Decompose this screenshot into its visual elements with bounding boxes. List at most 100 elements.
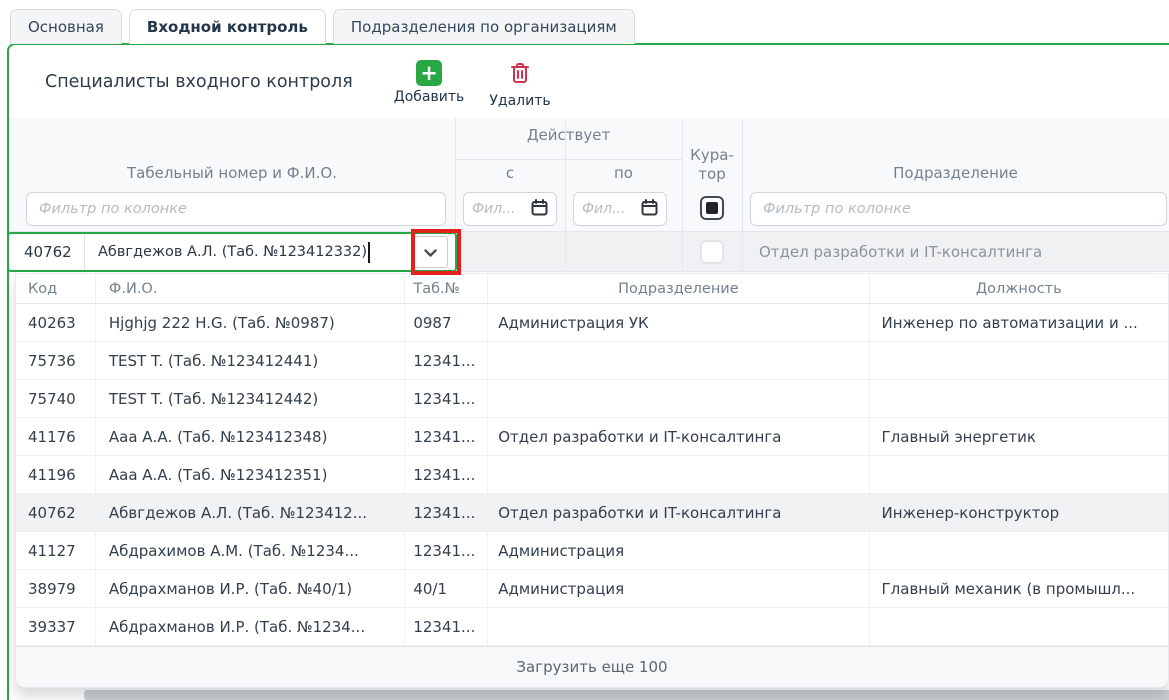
cell-name: Абдрахманов И.Р. (Таб. №40/1) <box>96 570 405 607</box>
chevron-down-icon <box>424 243 437 262</box>
cell-department: Отдел разработки и IT-консалтинга <box>488 418 869 455</box>
cell-tab: 12341... <box>405 494 488 531</box>
col-header-department: Подразделение <box>742 164 1169 182</box>
dropdown-row[interactable]: 38979Абдрахманов И.Р. (Таб. №40/1)40/1Ад… <box>16 570 1168 608</box>
dropdown-row[interactable]: 40762Абвгдежов А.Л. (Таб. №123412...1234… <box>16 494 1168 532</box>
dropdown-row[interactable]: 75740TEST T. (Таб. №123412442)12341... <box>16 380 1168 418</box>
dropdown-row[interactable]: 39337Абдрахманов И.Р. (Таб. №1234...1234… <box>16 608 1168 646</box>
cell-tab: 12341... <box>405 342 488 379</box>
dropdown-row[interactable]: 75736TEST T. (Таб. №123412441)12341... <box>16 342 1168 380</box>
cell-position: Главный энергетик <box>870 418 1168 455</box>
cell-code: 40263 <box>16 304 96 341</box>
dropdown-row[interactable]: 41196Ааа А.А. (Таб. №123412351)12341... <box>16 456 1168 494</box>
dropdown-col-tab: Таб.№ <box>405 274 488 303</box>
cell-position <box>870 342 1168 379</box>
cell-tab: 12341... <box>405 532 488 569</box>
tab-bar: Основная Входной контроль Подразделения … <box>10 9 635 44</box>
tab-osnovnaya[interactable]: Основная <box>10 9 122 44</box>
delete-button[interactable]: Удалить <box>472 60 568 109</box>
dropdown-header: Код Ф.И.О. Таб.№ Подразделение Должность <box>16 274 1168 304</box>
edit-row-code: 40762 <box>9 234 85 270</box>
cell-department: Администрация <box>488 532 869 569</box>
calendar-icon[interactable] <box>641 199 658 220</box>
edit-row-curator-checkbox[interactable] <box>700 240 724 264</box>
dropdown-col-fio: Ф.И.О. <box>96 274 405 303</box>
text-cursor <box>368 242 370 263</box>
header-divider <box>455 159 682 160</box>
cell-name: Абвгдежов А.Л. (Таб. №123412... <box>96 494 405 531</box>
cell-department: Администрация УК <box>488 304 869 341</box>
cell-position <box>870 456 1168 493</box>
add-button[interactable]: + Добавить <box>376 60 482 105</box>
cell-name: TEST T. (Таб. №123412442) <box>96 380 405 417</box>
col-header-valid-from: с <box>455 164 565 182</box>
cell-code: 41196 <box>16 456 96 493</box>
load-more-button[interactable]: Загрузить еще 100 <box>16 646 1168 687</box>
cell-code: 40762 <box>16 494 96 531</box>
tab-vhodnoy-kontrol[interactable]: Входной контроль <box>129 9 326 44</box>
cell-position <box>870 380 1168 417</box>
cell-code: 39337 <box>16 608 96 645</box>
panel-title: Специалисты входного контроля <box>45 72 353 92</box>
cell-position: Главный механик (в промышл... <box>870 570 1168 607</box>
cell-position <box>870 532 1168 569</box>
cell-department <box>488 456 869 493</box>
cell-code: 41176 <box>16 418 96 455</box>
employee-dropdown: Код Ф.И.О. Таб.№ Подразделение Должность… <box>15 273 1169 688</box>
cell-department <box>488 342 869 379</box>
screen: Основная Входной контроль Подразделения … <box>0 0 1169 700</box>
cell-name: Hjghjg 222 H.G. (Таб. №0987) <box>96 304 405 341</box>
valid-from-placeholder: Фил... <box>472 201 531 217</box>
cell-position: Инженер-конструктор <box>870 494 1168 531</box>
edit-row-name[interactable]: Абвгдежов А.Л. (Таб. №123412332) <box>85 244 367 260</box>
curator-filter-checkbox[interactable] <box>700 196 724 220</box>
add-button-label: Добавить <box>394 89 464 105</box>
cell-tab: 12341... <box>405 456 488 493</box>
cell-name: Абдрахимов А.М. (Таб. №1234... <box>96 532 405 569</box>
dropdown-row[interactable]: 40263Hjghjg 222 H.G. (Таб. №0987)0987Адм… <box>16 304 1168 342</box>
cell-code: 38979 <box>16 570 96 607</box>
dropdown-rows: 40263Hjghjg 222 H.G. (Таб. №0987)0987Адм… <box>16 304 1168 646</box>
column-divider <box>742 232 743 272</box>
valid-from-filter[interactable]: Фил... <box>463 192 557 226</box>
dropdown-row[interactable]: 41127Абдрахимов А.М. (Таб. №1234...12341… <box>16 532 1168 570</box>
col-header-valid-group: Действует <box>455 126 682 144</box>
column-divider <box>682 232 683 272</box>
cell-name: TEST T. (Таб. №123412441) <box>96 342 405 379</box>
cell-tab: 12341... <box>405 608 488 645</box>
cell-position: Инженер по автоматизации и ... <box>870 304 1168 341</box>
cell-name: Ааа А.А. (Таб. №123412351) <box>96 456 405 493</box>
dropdown-row[interactable]: 41176Ааа А.А. (Таб. №123412348)12341...О… <box>16 418 1168 456</box>
trash-icon <box>507 60 533 90</box>
employee-filter-input[interactable] <box>26 192 446 226</box>
grid-header: Табельный номер и Ф.И.О. Действует с по … <box>9 118 1169 232</box>
cell-department <box>488 380 869 417</box>
cell-department: Администрация <box>488 570 869 607</box>
employee-combobox[interactable]: 40762 Абвгдежов А.Л. (Таб. №123412332) <box>7 232 457 272</box>
calendar-icon[interactable] <box>531 199 548 220</box>
tab-podrazdeleniya[interactable]: Подразделения по организациям <box>333 9 635 44</box>
edit-row-department: Отдел разработки и IT-консалтинга <box>759 232 1042 272</box>
col-header-curator: Кура-тор <box>682 146 742 184</box>
department-filter-input[interactable] <box>750 192 1167 226</box>
cell-department: Отдел разработки и IT-консалтинга <box>488 494 869 531</box>
cell-code: 41127 <box>16 532 96 569</box>
col-header-employee: Табельный номер и Ф.И.О. <box>9 164 455 182</box>
dropdown-col-position: Должность <box>870 274 1168 303</box>
cell-tab: 12341... <box>405 418 488 455</box>
combobox-dropdown-button[interactable] <box>412 236 448 268</box>
column-divider <box>565 232 566 272</box>
cell-position <box>870 608 1168 645</box>
cell-tab: 12341... <box>405 380 488 417</box>
valid-to-placeholder: Фил... <box>582 201 641 217</box>
cell-name: Ааа А.А. (Таб. №123412348) <box>96 418 405 455</box>
plus-icon: + <box>416 60 442 86</box>
cell-tab: 0987 <box>405 304 488 341</box>
valid-to-filter[interactable]: Фил... <box>573 192 667 226</box>
dropdown-col-department: Подразделение <box>488 274 869 303</box>
col-header-valid-to: по <box>565 164 682 182</box>
indeterminate-mark <box>706 202 718 214</box>
cell-name: Абдрахманов И.Р. (Таб. №1234... <box>96 608 405 645</box>
bottom-scroll-shadow <box>84 690 1169 700</box>
cell-tab: 40/1 <box>405 570 488 607</box>
